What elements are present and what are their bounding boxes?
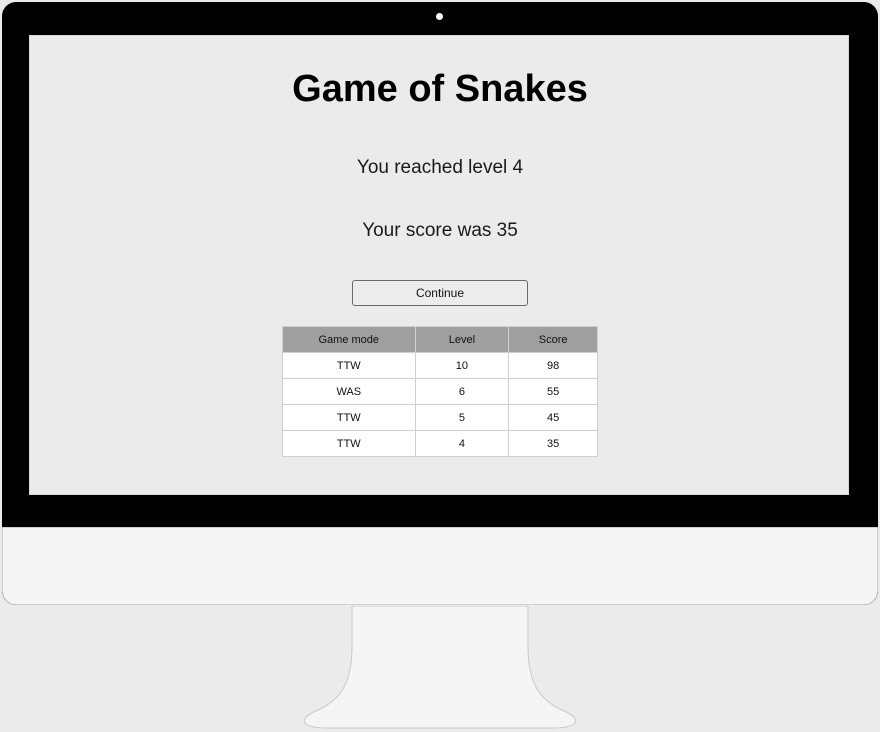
- cell-game-mode: TTW: [282, 430, 416, 457]
- cell-level: 6: [414, 378, 510, 405]
- cell-game-mode: TTW: [282, 404, 416, 431]
- camera-dot: [436, 13, 443, 20]
- table-row: WAS 6 55: [282, 378, 598, 405]
- cell-score: 98: [508, 352, 598, 379]
- table-header-row: Game mode Level Score: [282, 326, 598, 353]
- cell-score: 55: [508, 378, 598, 405]
- cell-level: 4: [414, 430, 510, 457]
- cell-score: 35: [508, 430, 598, 457]
- monitor-chin: [2, 527, 878, 605]
- cell-level: 10: [414, 352, 510, 379]
- column-header-game-mode: Game mode: [282, 326, 416, 353]
- monitor-stand: [304, 606, 576, 729]
- table-row: TTW 10 98: [282, 352, 598, 379]
- high-score-table: Game mode Level Score TTW 10 98 WAS 6 55…: [282, 326, 598, 457]
- column-header-level: Level: [414, 326, 510, 353]
- score-message: Your score was 35: [362, 220, 518, 241]
- table-row: TTW 5 45: [282, 404, 598, 431]
- desktop-mockup: Game of Snakes You reached level 4 Your …: [0, 0, 880, 732]
- cell-level: 5: [414, 404, 510, 431]
- continue-button[interactable]: Continue: [352, 280, 528, 306]
- game-screen: Game of Snakes You reached level 4 Your …: [29, 35, 849, 495]
- cell-score: 45: [508, 404, 598, 431]
- game-title: Game of Snakes: [292, 68, 588, 110]
- cell-game-mode: TTW: [282, 352, 416, 379]
- cell-game-mode: WAS: [282, 378, 416, 405]
- level-message: You reached level 4: [356, 157, 524, 178]
- table-row: TTW 4 35: [282, 430, 598, 457]
- column-header-score: Score: [508, 326, 598, 353]
